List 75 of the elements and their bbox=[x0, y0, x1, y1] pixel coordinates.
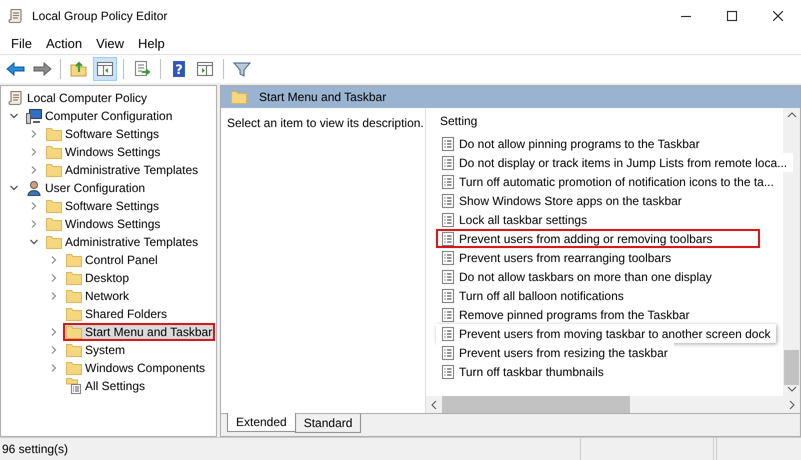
folder-icon bbox=[46, 163, 62, 177]
policy-setting-icon bbox=[442, 270, 454, 284]
folder-icon bbox=[66, 289, 82, 303]
folder-icon bbox=[46, 235, 62, 249]
tree-item[interactable]: Desktop bbox=[63, 269, 132, 287]
folder-icon bbox=[46, 145, 62, 159]
folder-icon bbox=[66, 361, 82, 375]
tooltip[interactable]: Prevent users from moving taskbar to another screen dock bbox=[436, 324, 776, 343]
policy-setting-icon bbox=[442, 364, 454, 378]
folder-icon bbox=[66, 325, 82, 339]
folder-icon bbox=[66, 271, 82, 285]
tree-item[interactable]: Software Settings bbox=[43, 125, 162, 143]
folder-icon bbox=[46, 127, 62, 141]
tree-item[interactable]: Windows Components bbox=[63, 359, 208, 377]
tree-item[interactable]: Computer Configuration bbox=[23, 107, 176, 125]
collapse-chevron-icon[interactable] bbox=[9, 111, 19, 121]
folder-icon bbox=[66, 307, 82, 321]
tab[interactable]: Extended bbox=[227, 413, 296, 432]
policy-setting-icon bbox=[442, 232, 454, 246]
menu-item[interactable]: Action bbox=[38, 36, 90, 50]
tree-item[interactable]: Start Menu and Taskbar bbox=[63, 323, 216, 341]
tree-item[interactable]: Shared Folders bbox=[63, 305, 170, 323]
tree-item[interactable]: Administrative Templates bbox=[43, 161, 202, 179]
scroll-up-icon[interactable] bbox=[786, 111, 796, 119]
policy-setting-icon bbox=[442, 156, 454, 170]
tree-item[interactable]: Windows Settings bbox=[43, 215, 164, 233]
scroll-left-icon[interactable] bbox=[430, 400, 438, 410]
scroll-icon bbox=[8, 90, 24, 106]
settings-list-icon bbox=[66, 378, 82, 394]
policy-setting-icon bbox=[442, 136, 454, 150]
status-text: 96 setting(s) bbox=[0, 438, 581, 460]
scroll-right-icon[interactable] bbox=[788, 400, 796, 410]
folder-icon bbox=[46, 199, 62, 213]
pane-title: Start Menu and Taskbar bbox=[259, 90, 386, 104]
collapse-chevron-icon[interactable] bbox=[9, 183, 19, 193]
scroll-icon bbox=[8, 8, 24, 24]
policy-setting-icon bbox=[442, 250, 454, 264]
close-icon bbox=[773, 11, 783, 21]
tree-item[interactable]: Control Panel bbox=[63, 251, 161, 269]
scroll-down-icon[interactable] bbox=[786, 385, 796, 393]
policy-setting-icon bbox=[442, 308, 454, 322]
tree-item[interactable]: Windows Settings bbox=[43, 143, 164, 161]
maximize-icon bbox=[727, 11, 737, 21]
policy-setting-icon bbox=[442, 194, 454, 208]
menu-item[interactable]: File bbox=[4, 36, 39, 50]
folder-icon bbox=[231, 90, 247, 104]
folder-icon bbox=[66, 253, 82, 267]
tree-item[interactable]: All Settings bbox=[63, 377, 148, 395]
column-header[interactable]: Setting bbox=[436, 114, 783, 134]
tree-item[interactable]: System bbox=[63, 341, 128, 359]
setting-item[interactable]: Prevent users from adding or removing toolbars bbox=[436, 229, 760, 248]
tree-item[interactable]: Software Settings bbox=[43, 197, 162, 215]
tree-item[interactable]: Administrative Templates bbox=[43, 233, 202, 251]
tree-item[interactable]: User Configuration bbox=[23, 179, 148, 197]
computer-icon bbox=[26, 108, 42, 124]
scroll-thumb[interactable] bbox=[442, 396, 630, 413]
policy-setting-icon bbox=[442, 174, 454, 188]
description-text: Select an item to view its description. bbox=[227, 116, 424, 130]
policy-setting-icon bbox=[442, 346, 454, 360]
window-title: Local Group Policy Editor bbox=[32, 9, 168, 23]
policy-setting-icon bbox=[442, 288, 454, 302]
folder-icon bbox=[46, 217, 62, 231]
horizontal-scrollbar[interactable] bbox=[426, 396, 800, 413]
scroll-thumb[interactable] bbox=[784, 350, 799, 385]
menu-item[interactable]: View bbox=[89, 36, 132, 50]
policy-setting-icon bbox=[442, 326, 454, 340]
policy-setting-icon bbox=[442, 212, 454, 226]
folder-icon bbox=[66, 343, 82, 357]
menu-item[interactable]: Help bbox=[131, 36, 172, 50]
user-icon bbox=[26, 180, 42, 196]
collapse-chevron-icon[interactable] bbox=[29, 237, 39, 247]
tree-item[interactable]: Local Computer Policy bbox=[5, 89, 150, 107]
tab[interactable]: Standard bbox=[294, 414, 362, 433]
tree-item[interactable]: Network bbox=[63, 287, 132, 305]
tree-pane-button[interactable] bbox=[93, 57, 117, 81]
